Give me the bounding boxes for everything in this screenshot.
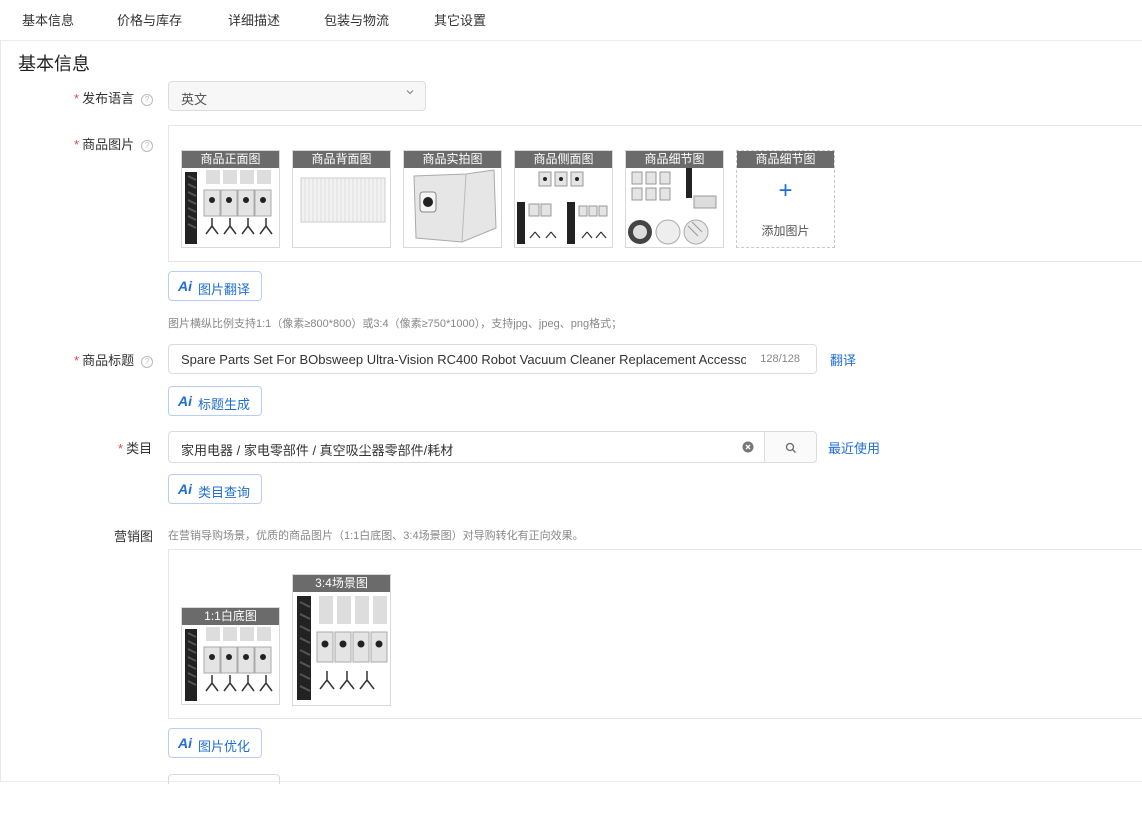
plus-icon: +	[778, 177, 793, 204]
category-input[interactable]: 家用电器 / 家电零部件 / 真空吸尘器零部件/耗材	[168, 431, 765, 463]
title-label-text: 商品标题	[82, 353, 135, 368]
required-mark: *	[74, 137, 80, 152]
marketing-image-square[interactable]: 1:1白底图	[181, 607, 280, 705]
required-mark: *	[74, 91, 80, 106]
marketing-hint: 在营销导购场景，优质的商品图片（1:1白底图、3:4场景图）对导购转化有正向效果…	[168, 530, 584, 542]
clear-icon[interactable]	[742, 441, 754, 453]
category-value: 家用电器 / 家电零部件 / 真空吸尘器零部件/耗材	[181, 443, 454, 458]
tab-packaging-logistics[interactable]: 包装与物流	[324, 10, 389, 29]
partial-button[interactable]	[168, 774, 280, 784]
required-mark: *	[74, 353, 80, 368]
help-icon[interactable]: ?	[141, 94, 154, 106]
language-label-text: 发布语言	[82, 91, 135, 106]
images-label-text: 商品图片	[82, 137, 135, 152]
product-image-detail[interactable]: 商品细节图	[625, 150, 724, 248]
product-image-back[interactable]: 商品背面图	[292, 150, 391, 248]
ai-image-optimize-button[interactable]: Ai 图片优化	[168, 728, 262, 758]
ai-image-translate-label: 图片翻译	[198, 282, 251, 297]
image-caption: 商品正面图	[182, 151, 279, 168]
tab-bar: 基本信息 价格与库存 详细描述 包装与物流 其它设置	[0, 0, 1142, 41]
product-photo	[517, 171, 608, 244]
ai-image-optimize-label: 图片优化	[198, 739, 251, 754]
category-search-button[interactable]	[764, 431, 817, 463]
product-photo	[413, 169, 497, 243]
help-icon[interactable]: ?	[141, 140, 154, 152]
product-photo	[300, 177, 386, 223]
ai-icon: Ai	[178, 481, 192, 497]
product-photo	[628, 168, 717, 245]
ai-category-query-label: 类目查询	[198, 485, 251, 500]
image-caption: 商品细节图	[626, 151, 723, 168]
image-caption: 3:4场景图	[293, 575, 390, 592]
ai-title-generate-label: 标题生成	[198, 397, 251, 412]
images-label: * 商品图片?	[74, 134, 154, 153]
translate-link[interactable]: 翻译	[830, 350, 856, 369]
ai-icon: Ai	[178, 278, 192, 294]
tab-price-stock[interactable]: 价格与库存	[117, 10, 182, 29]
recent-used-link[interactable]: 最近使用	[828, 438, 880, 457]
ai-image-translate-button[interactable]: Ai 图片翻译	[168, 271, 262, 301]
language-select[interactable]: 英文	[168, 81, 426, 111]
marketing-label: 营销图	[114, 529, 154, 544]
product-photo	[185, 627, 273, 701]
ai-category-query-button[interactable]: Ai 类目查询	[168, 474, 262, 504]
ai-icon: Ai	[178, 393, 192, 409]
category-label-text: 类目	[126, 441, 153, 456]
marketing-image-portrait[interactable]: 3:4场景图	[292, 574, 391, 706]
add-image-button[interactable]: 商品细节图 + 添加图片	[736, 150, 835, 248]
title-value: Spare Parts Set For BObsweep Ultra-Visio…	[181, 352, 746, 367]
help-icon[interactable]: ?	[141, 356, 154, 368]
image-caption: 商品背面图	[293, 151, 390, 168]
ai-title-generate-button[interactable]: Ai 标题生成	[168, 386, 262, 416]
required-mark: *	[118, 441, 124, 456]
add-image-label: 添加图片	[761, 224, 810, 238]
chevron-down-icon	[406, 90, 414, 95]
image-format-hint: 图片横纵比例支持1:1（像素≥800*800）或3:4（像素≥750*1000）…	[168, 318, 623, 330]
image-caption: 商品实拍图	[404, 151, 501, 168]
ai-icon: Ai	[178, 735, 192, 751]
product-photo	[185, 170, 273, 244]
product-photo	[297, 596, 388, 700]
search-icon	[785, 442, 796, 453]
language-label: * 发布语言?	[74, 88, 154, 107]
category-label: * 类目	[118, 438, 152, 457]
left-divider	[0, 40, 1, 782]
image-caption: 商品细节图	[737, 151, 834, 168]
title-label: * 商品标题?	[74, 350, 154, 369]
product-image-real[interactable]: 商品实拍图	[403, 150, 502, 248]
image-caption: 1:1白底图	[182, 608, 279, 625]
page-title: 基本信息	[18, 54, 90, 74]
product-image-side[interactable]: 商品侧面图	[514, 150, 613, 248]
tab-other-settings[interactable]: 其它设置	[434, 10, 486, 29]
product-image-front[interactable]: 商品正面图	[181, 150, 280, 248]
tab-description[interactable]: 详细描述	[228, 10, 280, 29]
image-caption: 商品侧面图	[515, 151, 612, 168]
title-input[interactable]: Spare Parts Set For BObsweep Ultra-Visio…	[168, 344, 817, 374]
tab-basic-info[interactable]: 基本信息	[22, 10, 74, 29]
language-value: 英文	[181, 92, 208, 107]
title-char-count: 128/128	[760, 353, 800, 365]
